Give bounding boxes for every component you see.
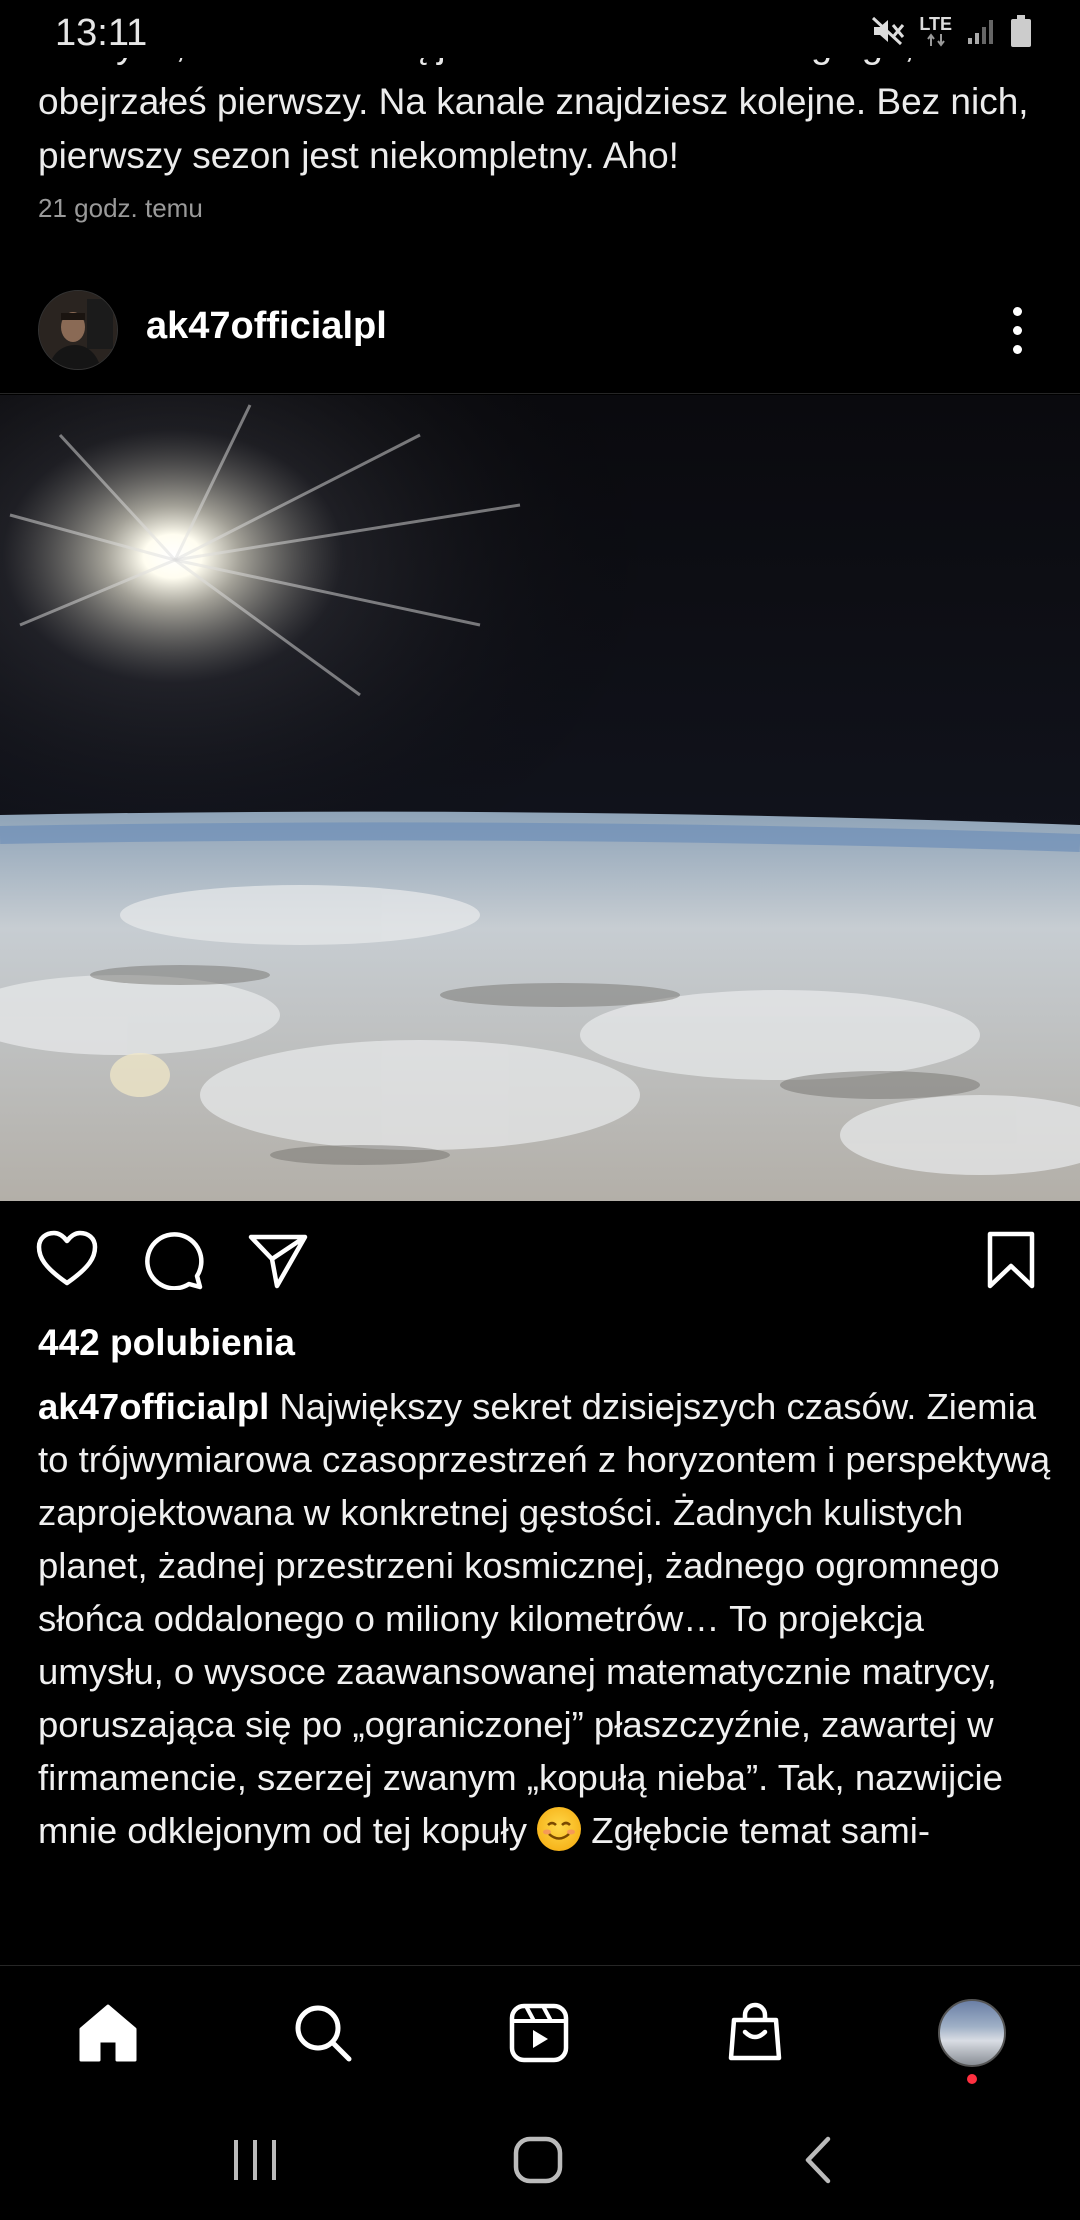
notification-dot: [967, 2074, 977, 2084]
heart-icon[interactable]: [36, 1230, 98, 1288]
shop-icon[interactable]: [720, 1998, 790, 2068]
smiling-face-emoji-icon: [537, 1807, 582, 1851]
search-icon[interactable]: [288, 1998, 358, 2068]
previous-caption: obejrzałeś pierwszy. Na kanale znajdzies…: [38, 81, 1029, 176]
more-options-button[interactable]: [1000, 300, 1034, 360]
previous-post-time: 21 godz. temu: [38, 193, 203, 223]
post-image[interactable]: [0, 395, 1080, 1201]
caption-text: Największy sekret dzisiejszych czasów. Z…: [38, 1386, 1051, 1851]
home-button-icon[interactable]: [512, 2135, 564, 2185]
signal-icon: [968, 20, 993, 44]
share-icon[interactable]: [247, 1232, 309, 1290]
caption-username[interactable]: ak47officialpl: [38, 1386, 269, 1427]
back-icon[interactable]: [800, 2135, 836, 2185]
profile-avatar[interactable]: [937, 1998, 1007, 2068]
system-navigation: [0, 2095, 1080, 2220]
mute-icon: [872, 16, 905, 46]
battery-icon: [1011, 15, 1031, 47]
caption-text-end: Zgłębcie temat sami-: [591, 1810, 931, 1851]
divider: [0, 393, 1080, 394]
post-caption: ak47officialpl Największy sekret dzisiej…: [38, 1380, 1058, 1857]
comment-icon[interactable]: [143, 1230, 205, 1290]
network-type: LTE: [919, 14, 952, 34]
status-time: 13:11: [55, 12, 148, 54]
post-username[interactable]: ak47officialpl: [146, 305, 387, 348]
recent-apps-icon[interactable]: [230, 2137, 280, 2183]
likes-count[interactable]: 442 polubienia: [38, 1322, 295, 1364]
post-avatar[interactable]: [38, 290, 118, 370]
bottom-navigation: [0, 1965, 1080, 2096]
reels-icon[interactable]: [504, 1998, 574, 2068]
data-arrows-icon: [926, 33, 945, 47]
status-icons: LTE: [871, 14, 1032, 48]
bookmark-icon[interactable]: [985, 1230, 1037, 1290]
home-icon[interactable]: [73, 1998, 143, 2068]
